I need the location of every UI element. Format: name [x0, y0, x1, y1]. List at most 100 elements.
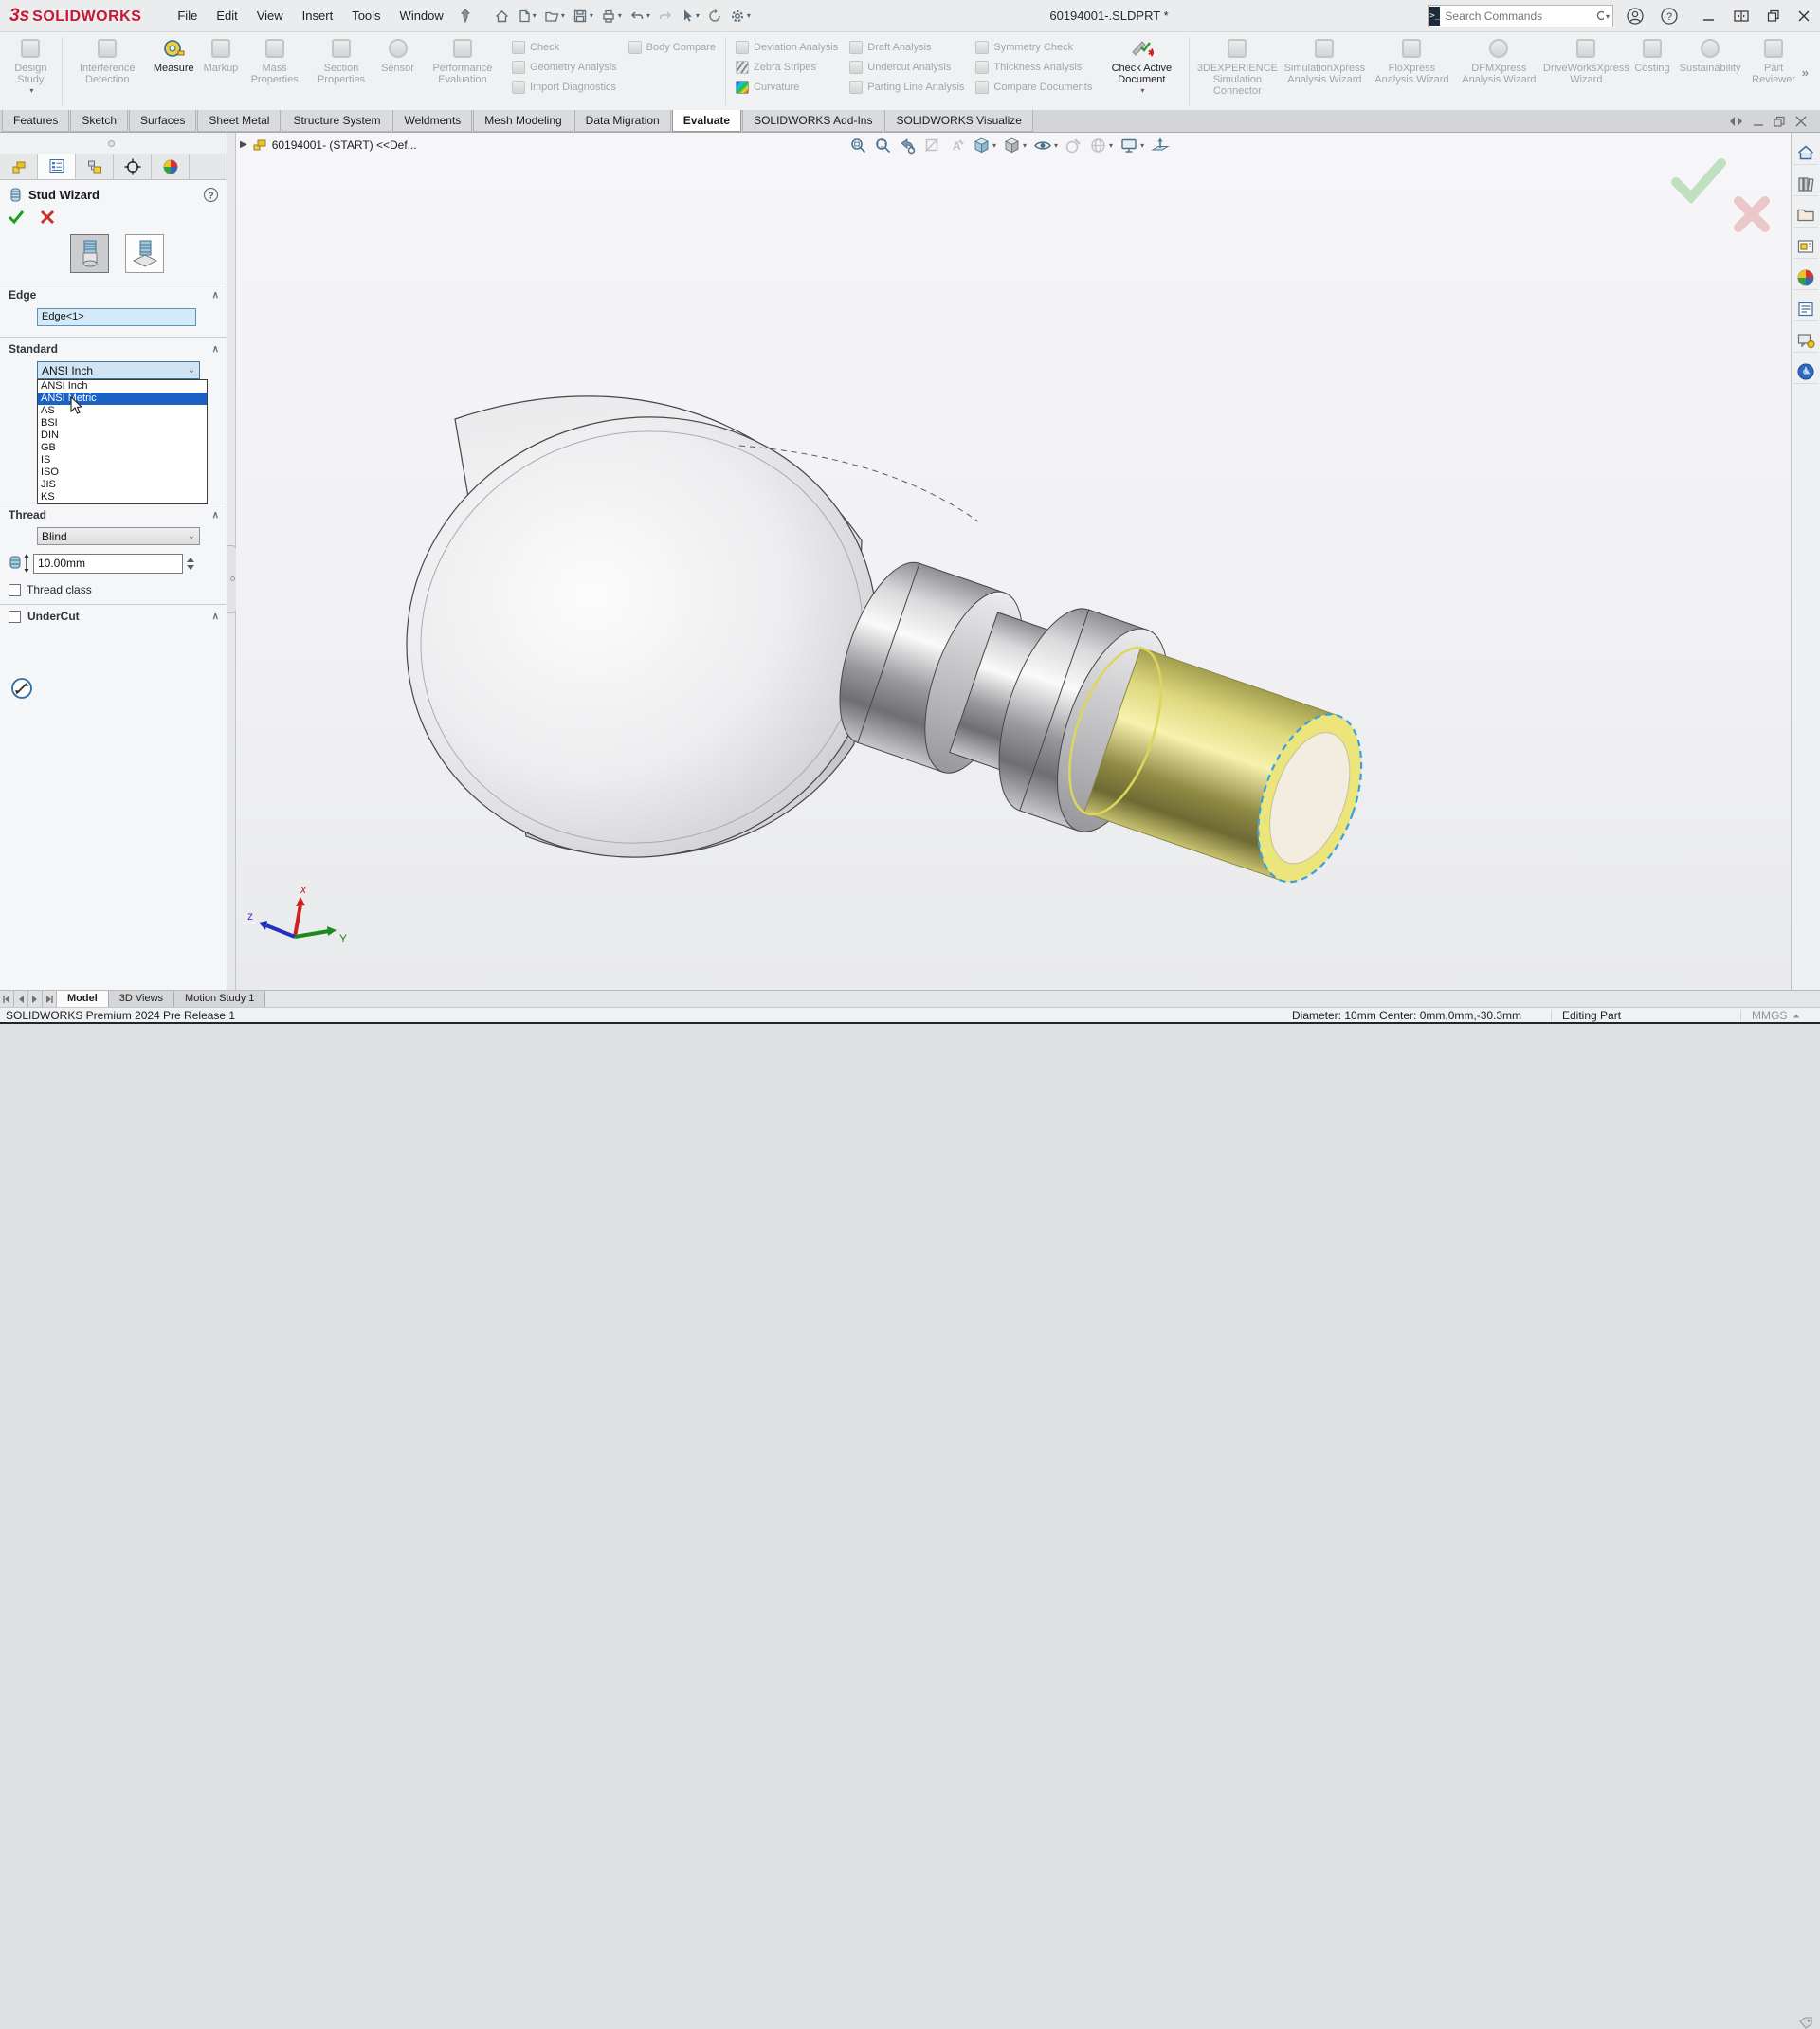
last-tab-button[interactable]	[43, 991, 57, 1007]
tab-data-migration[interactable]: Data Migration	[574, 110, 671, 132]
standard-option-highlighted[interactable]: ANSI Metric	[38, 393, 207, 405]
ribbon-sustainability[interactable]: Sustainability	[1675, 35, 1746, 75]
standard-select[interactable]: ANSI Inch⌄	[37, 361, 200, 379]
minimize-button[interactable]	[1697, 4, 1721, 28]
ribbon-check[interactable]: Check	[506, 37, 623, 57]
ribbon-parting-line-analysis[interactable]: Parting Line Analysis	[844, 77, 970, 97]
ribbon-overflow-button[interactable]: »	[1802, 65, 1816, 80]
user-account-button[interactable]	[1623, 4, 1647, 28]
ribbon-section-properties[interactable]: Section Properties	[306, 35, 376, 86]
tab-features[interactable]: Features	[2, 110, 69, 132]
ribbon-measure[interactable]: Measure	[149, 35, 199, 75]
thread-class-checkbox[interactable]	[9, 584, 21, 596]
rebuild-button[interactable]	[704, 5, 725, 27]
view-settings-button[interactable]: ▾	[1118, 135, 1146, 156]
ribbon-zebra-stripes[interactable]: Zebra Stripes	[730, 57, 844, 77]
chevron-down-icon[interactable]: ▾	[1606, 12, 1610, 21]
close-document-icon[interactable]	[1795, 116, 1807, 127]
tab-model[interactable]: Model	[57, 991, 109, 1007]
standard-option[interactable]: JIS	[38, 479, 207, 491]
ribbon-deviation-analysis[interactable]: Deviation Analysis	[730, 37, 844, 57]
annotation-views-button[interactable]: A	[946, 135, 968, 156]
home-button[interactable]	[491, 5, 513, 27]
thread-type-select[interactable]: Blind⌄	[37, 527, 200, 545]
ribbon-check-active-document[interactable]: ✱ Check Active Document ▾	[1098, 35, 1185, 98]
file-explorer-button[interactable]	[1793, 203, 1818, 228]
ribbon-undercut-analysis[interactable]: Undercut Analysis	[844, 57, 970, 77]
tab-configurations[interactable]	[76, 154, 114, 179]
ribbon-costing[interactable]: Costing	[1629, 35, 1674, 75]
tab-structure-system[interactable]: Structure System	[282, 110, 391, 132]
tab-property-manager[interactable]	[38, 154, 76, 179]
tab-display-manager[interactable]	[152, 154, 190, 179]
feature-breadcrumb[interactable]: ▶ 60194001- (START) <<Def...	[240, 137, 417, 152]
previous-tab-button[interactable]	[14, 991, 28, 1007]
ribbon-import-diagnostics[interactable]: Import Diagnostics	[506, 77, 623, 97]
standard-option[interactable]: BSI	[38, 417, 207, 430]
ribbon-dfmxpress[interactable]: DFMXpress Analysis Wizard	[1455, 35, 1542, 86]
ribbon-floxpress[interactable]: FloXpress Analysis Wizard	[1368, 35, 1455, 86]
ribbon-design-study[interactable]: Design Study ▾	[4, 35, 58, 98]
panel-top-splitter[interactable]	[0, 133, 227, 154]
tab-sheet-metal[interactable]: Sheet Metal	[197, 110, 281, 132]
edit-appearance-button[interactable]	[1063, 135, 1084, 156]
ribbon-part-reviewer[interactable]: Part Reviewer	[1745, 35, 1801, 86]
edge-selection-box[interactable]: Edge<1>	[37, 308, 196, 326]
tab-3d-views[interactable]: 3D Views	[109, 991, 174, 1007]
part-model[interactable]	[236, 133, 1791, 990]
close-button[interactable]	[1792, 4, 1816, 28]
undercut-checkbox[interactable]	[9, 611, 21, 623]
standard-option[interactable]: ANSI Inch	[38, 380, 207, 393]
depth-spinner[interactable]	[187, 558, 194, 570]
standard-option[interactable]: GB	[38, 442, 207, 454]
ok-button[interactable]	[8, 210, 25, 225]
save-button[interactable]: ▾	[570, 5, 596, 27]
sw-connected-button[interactable]	[1793, 359, 1818, 384]
print-button[interactable]: ▾	[598, 5, 625, 27]
tab-evaluate[interactable]: Evaluate	[672, 110, 741, 132]
menu-window[interactable]: Window	[391, 1, 453, 31]
section-view-button[interactable]	[921, 135, 943, 156]
apply-scene-button[interactable]: ▾	[1087, 135, 1115, 156]
spinner-down-icon[interactable]	[187, 565, 194, 570]
confirmation-corner[interactable]	[1663, 154, 1791, 244]
tab-surfaces[interactable]: Surfaces	[129, 110, 196, 132]
new-document-button[interactable]: ▾	[515, 5, 539, 27]
cancel-button[interactable]	[40, 210, 55, 225]
expand-panes-icon[interactable]	[1729, 116, 1743, 127]
ribbon-draft-analysis[interactable]: Draft Analysis	[844, 37, 970, 57]
collapse-chevron-icon[interactable]: ∧	[212, 290, 219, 301]
ribbon-body-compare[interactable]: Body Compare	[623, 37, 721, 57]
collapse-chevron-icon[interactable]: ∧	[212, 510, 219, 521]
ribbon-thickness-analysis[interactable]: Thickness Analysis	[970, 57, 1098, 77]
solidworks-forum-button[interactable]	[1793, 328, 1818, 353]
units-selector[interactable]: MMGS	[1752, 1009, 1800, 1022]
zoom-fit-button[interactable]	[847, 135, 869, 156]
menu-file[interactable]: File	[168, 1, 207, 31]
ribbon-curvature[interactable]: Curvature	[730, 77, 844, 97]
standard-option[interactable]: DIN	[38, 430, 207, 442]
ribbon-geometry-analysis[interactable]: Geometry Analysis	[506, 57, 623, 77]
restore-document-icon[interactable]	[1774, 116, 1786, 127]
standard-option[interactable]: ISO	[38, 466, 207, 479]
stud-on-cylinder-button[interactable]	[70, 234, 109, 273]
design-library-button[interactable]	[1793, 172, 1818, 196]
spinner-up-icon[interactable]	[187, 558, 194, 562]
restore-button[interactable]	[1761, 4, 1786, 28]
ribbon-symmetry-check[interactable]: Symmetry Check	[970, 37, 1098, 57]
view-orientation-button[interactable]: ▾	[971, 135, 998, 156]
collapse-chevron-icon[interactable]: ∧	[212, 344, 219, 355]
resources-home-button[interactable]	[1793, 140, 1818, 165]
redo-button[interactable]	[655, 5, 676, 27]
arrange-panes-button[interactable]	[1729, 4, 1754, 28]
3d-drawing-view-button[interactable]	[1149, 135, 1172, 156]
menu-tools[interactable]: Tools	[342, 1, 390, 31]
ribbon-mass-properties[interactable]: Mass Properties	[243, 35, 306, 86]
display-style-button[interactable]: ▾	[1001, 135, 1028, 156]
standard-option[interactable]: IS	[38, 454, 207, 466]
ribbon-markup[interactable]: Markup	[199, 35, 244, 75]
open-document-button[interactable]: ▾	[541, 5, 568, 27]
pin-menu-icon[interactable]	[459, 9, 472, 24]
view-palette-button[interactable]	[1793, 234, 1818, 259]
select-button[interactable]: ▾	[678, 5, 702, 27]
